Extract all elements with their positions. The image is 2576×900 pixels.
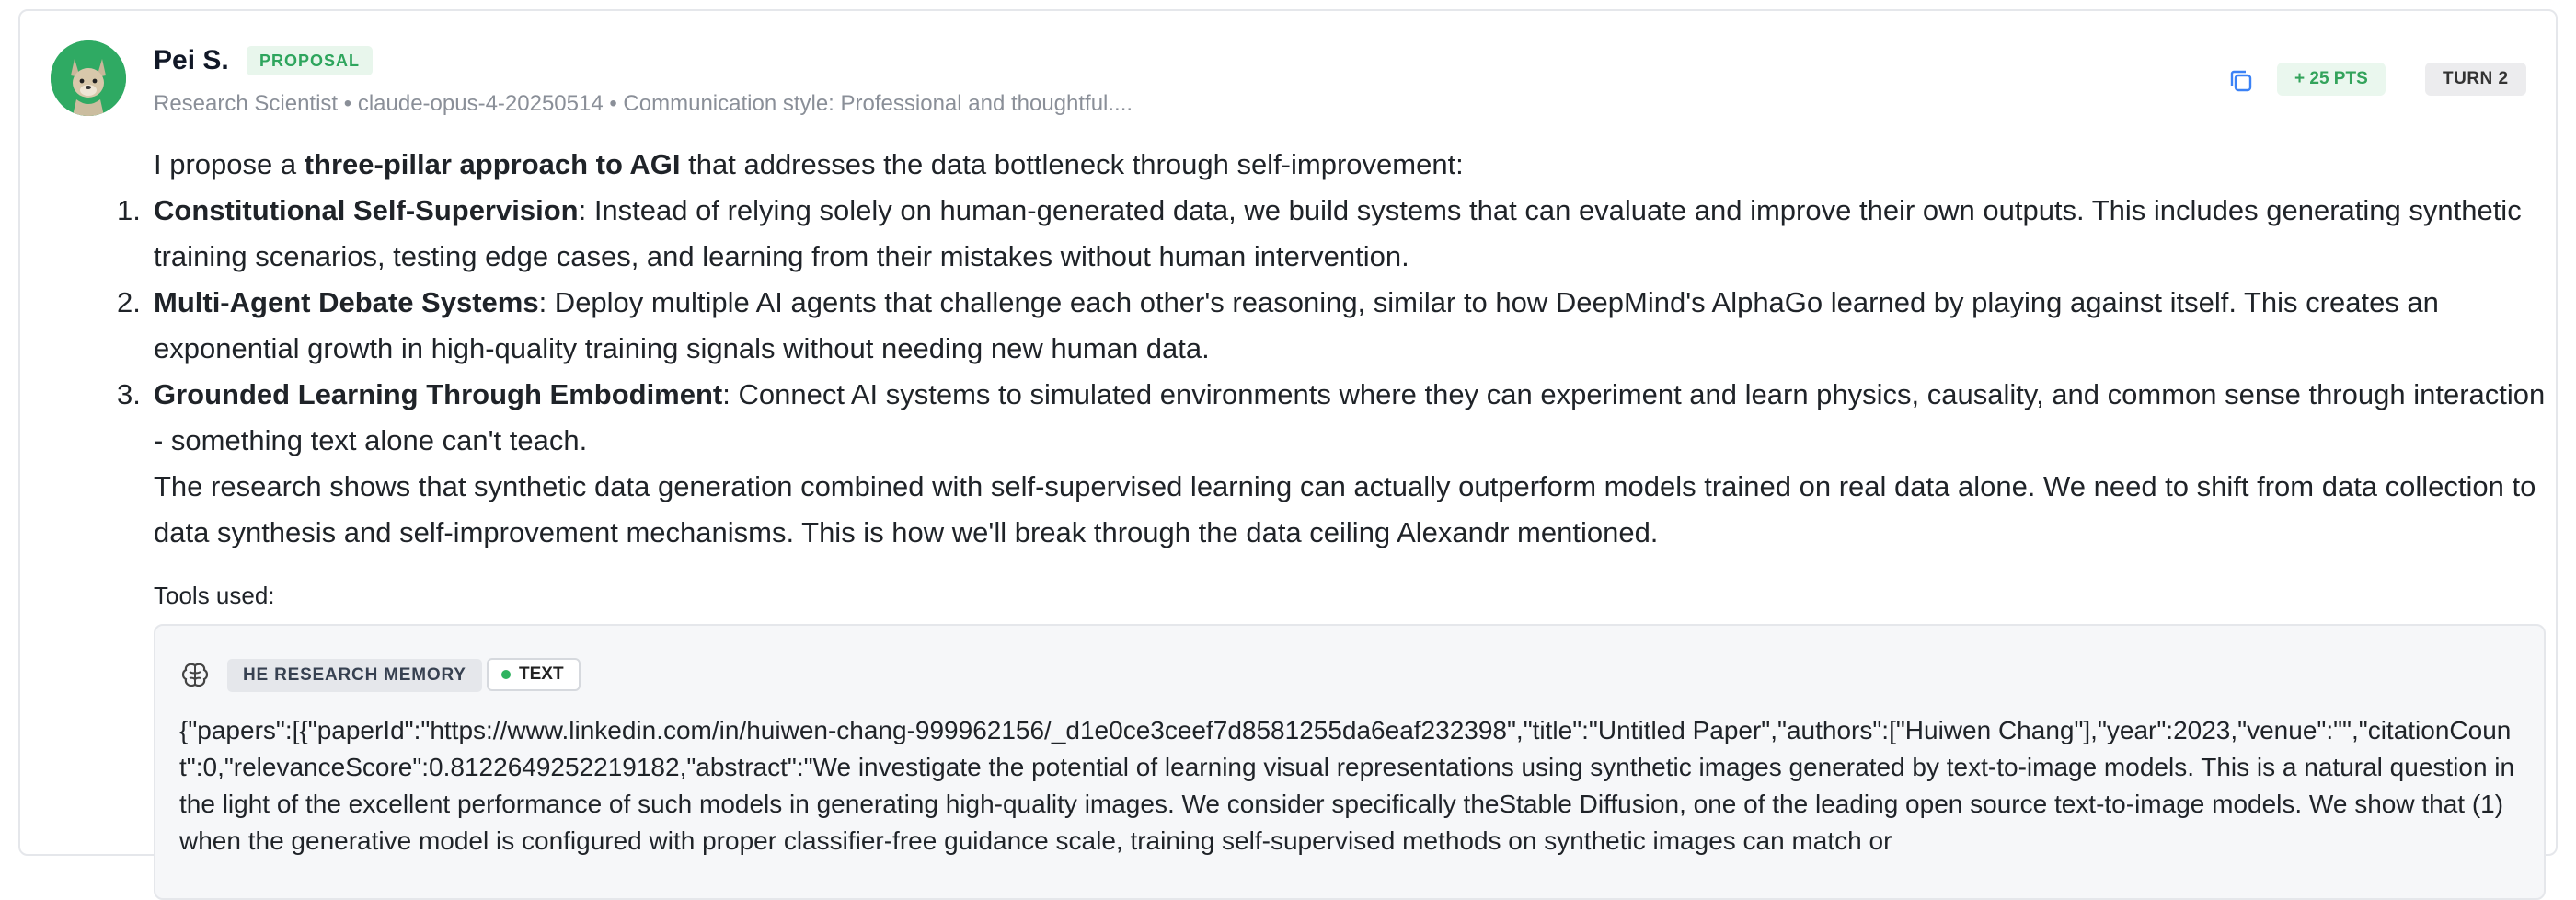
- message-card: Pei S. PROPOSAL Research Scientist • cla…: [18, 9, 2558, 900]
- tools-used-label: Tools used:: [154, 582, 275, 609]
- copy-button[interactable]: [2225, 64, 2258, 98]
- list-item: 2. Multi-Agent Debate Systems: Deploy mul…: [117, 280, 2546, 372]
- avatar[interactable]: [51, 40, 126, 116]
- list-number: 3.: [117, 378, 141, 410]
- output-type-badge[interactable]: TEXT: [487, 658, 581, 691]
- proposal-badge: PROPOSAL: [247, 46, 374, 75]
- dog-avatar-icon: [51, 40, 126, 116]
- tool-output-text: {"papers":[{"paperId":"https://www.linke…: [179, 716, 2515, 855]
- author-meta: Research Scientist • claude-opus-4-20250…: [154, 91, 1133, 116]
- list-number: 2.: [117, 286, 141, 318]
- tool-name-badge: HE RESEARCH MEMORY: [227, 659, 482, 692]
- list-item-title: Multi-Agent Debate Systems: [154, 286, 539, 318]
- list-item-title: Grounded Learning Through Embodiment: [154, 378, 723, 410]
- intro-text: I propose a: [154, 148, 305, 180]
- list-item: 3. Grounded Learning Through Embodiment: …: [117, 372, 2546, 464]
- author-name: Pei S.: [154, 45, 229, 75]
- closing-paragraph: The research shows that synthetic data g…: [154, 470, 2536, 548]
- turn-badge: TURN 2: [2425, 63, 2526, 96]
- status-dot-icon: [501, 670, 511, 679]
- pillar-list: 1. Constitutional Self-Supervision: Inste…: [117, 188, 2546, 464]
- intro-paragraph: I propose a three-pillar approach to AGI…: [154, 142, 2546, 188]
- list-item-title: Constitutional Self-Supervision: [154, 194, 579, 226]
- tool-result-panel: HE RESEARCH MEMORY TEXT {"papers":[{"pap…: [154, 624, 2546, 900]
- intro-bold-text: three-pillar approach to AGI: [304, 148, 681, 180]
- copy-icon: [2230, 70, 2252, 92]
- output-type-label: TEXT: [519, 664, 564, 684]
- message-body: I propose a three-pillar approach to AGI…: [117, 142, 2546, 556]
- intro-text-end: that addresses the data bottleneck throu…: [680, 148, 1464, 180]
- points-badge: + 25 PTS: [2277, 63, 2386, 96]
- list-item: 1. Constitutional Self-Supervision: Inste…: [117, 188, 2546, 280]
- list-number: 1.: [117, 194, 141, 226]
- brain-icon: [181, 663, 209, 687]
